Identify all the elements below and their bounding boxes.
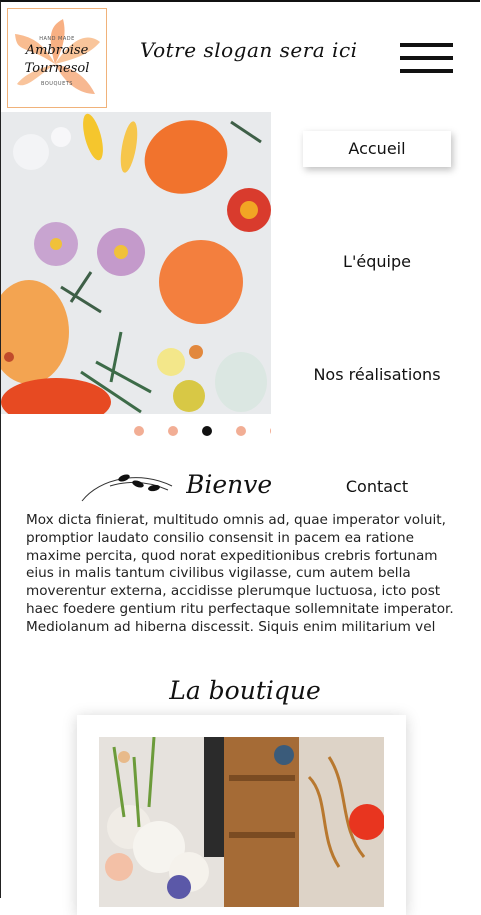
slogan: Votre slogan sera ici (140, 38, 358, 62)
welcome-paragraph: Mox dicta finierat, multitudo omnis ad, … (26, 512, 454, 638)
carousel-dot[interactable] (134, 426, 144, 436)
carousel-dot[interactable] (168, 426, 178, 436)
nav-item-equipe[interactable]: L'équipe (303, 252, 451, 271)
floral-branch-icon (81, 474, 173, 502)
carousel-dot[interactable] (236, 426, 246, 436)
carousel-dot[interactable] (202, 426, 212, 436)
shop-card[interactable] (77, 715, 406, 915)
logo-bottom-text: BOUQUETS (41, 81, 73, 87)
welcome-title: Bienvenue (186, 470, 271, 499)
carousel-dot[interactable] (270, 426, 271, 436)
logo-flower-icon (15, 19, 100, 94)
logo-top-text: HAND MADE (39, 36, 75, 42)
flower-petals-photo (1, 112, 271, 414)
carousel-dots (0, 424, 271, 438)
nav-item-contact[interactable]: Contact (303, 477, 451, 496)
nav-item-accueil[interactable]: Accueil (303, 131, 451, 167)
nav-item-realisations[interactable]: Nos réalisations (303, 365, 451, 384)
logo[interactable]: HAND MADE Ambroise Tournesol BOUQUETS (7, 8, 107, 108)
shop-photo (99, 737, 384, 907)
menu-hamburger-icon[interactable] (400, 43, 453, 73)
logo-brand-line1: Ambroise (25, 43, 89, 58)
shop-title: La boutique (169, 676, 321, 705)
logo-brand-line2: Tournesol (24, 61, 90, 76)
hero-carousel-image (1, 112, 271, 414)
